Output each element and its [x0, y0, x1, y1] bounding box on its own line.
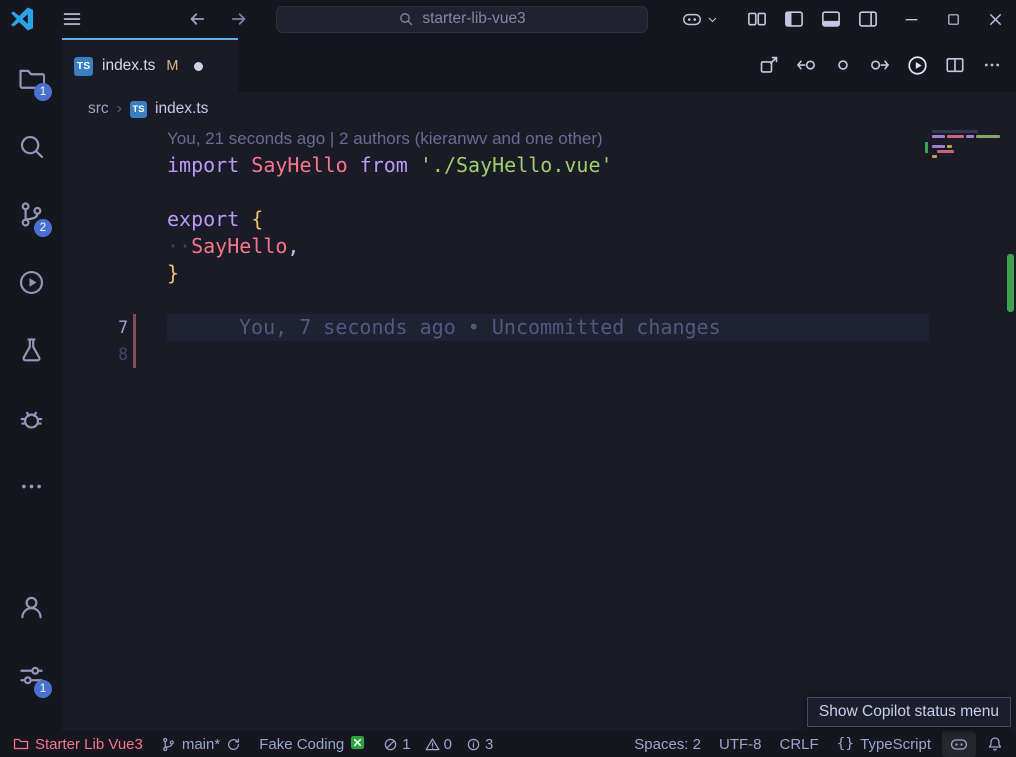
sidebar-item-source-control[interactable]: 2: [7, 190, 55, 238]
activity-bar: 1 2 1: [0, 38, 62, 731]
toggle-panel-icon[interactable]: [821, 9, 841, 29]
sidebar-item-run-and-debug[interactable]: [7, 258, 55, 306]
typescript-file-icon: TS: [74, 56, 93, 76]
workspace-status[interactable]: Starter Lib Vue3: [4, 731, 152, 757]
code-line[interactable]: ··SayHello,: [62, 233, 1016, 260]
vscode-logo-icon: [10, 7, 34, 31]
forward-arrow-icon[interactable]: [228, 8, 250, 30]
code-lines: import SayHello from './SayHello.vue' exp…: [62, 152, 1016, 368]
sidebar-item-debug[interactable]: [7, 394, 55, 442]
more-actions-icon[interactable]: [982, 55, 1002, 75]
warning-icon: [425, 737, 440, 752]
copilot-icon: [949, 736, 969, 752]
code-line[interactable]: 8: [62, 341, 1016, 368]
run-file-icon[interactable]: [907, 55, 928, 76]
indentation-status[interactable]: Spaces: 2: [625, 731, 710, 757]
next-change-icon[interactable]: [870, 55, 890, 75]
chevron-down-icon: [706, 13, 719, 26]
additional-views-icon[interactable]: [7, 462, 55, 510]
editor[interactable]: You, 21 seconds ago | 2 authors (kieranw…: [62, 126, 1016, 731]
split-editor-icon[interactable]: [945, 55, 965, 75]
chevron-right-icon: ›: [116, 100, 122, 117]
toggle-primary-sidebar-icon[interactable]: [784, 9, 804, 29]
tab-label: index.ts: [102, 57, 156, 74]
encoding-status[interactable]: UTF-8: [710, 731, 771, 757]
copilot-status-button[interactable]: [942, 731, 976, 757]
code-line[interactable]: export {: [62, 206, 1016, 233]
notifications-bell[interactable]: [978, 731, 1012, 757]
close-icon[interactable]: [974, 0, 1016, 38]
menu-icon[interactable]: [62, 9, 82, 29]
minimap[interactable]: [925, 130, 1004, 160]
editor-layout-icon[interactable]: [747, 9, 767, 29]
git-branch-status[interactable]: main*: [152, 731, 250, 757]
branch-icon: [161, 737, 176, 752]
beaker-icon: [18, 337, 45, 364]
code-line[interactable]: [62, 179, 1016, 206]
code-line[interactable]: }: [62, 260, 1016, 287]
minimap-added-marker: [925, 142, 928, 153]
copilot-icon: [681, 10, 703, 28]
accounts-icon[interactable]: [7, 583, 55, 631]
copilot-menu-button[interactable]: [681, 10, 719, 28]
braces-icon: {}: [836, 736, 855, 752]
status-bar: Starter Lib Vue3 main* Fake Coding 1 0 3: [0, 731, 1016, 757]
bell-icon: [987, 736, 1003, 752]
unsaved-dot-icon[interactable]: [193, 61, 203, 71]
folder-icon: [13, 736, 29, 752]
maximize-icon[interactable]: [932, 0, 974, 38]
tab-bar: TS index.ts M: [62, 38, 1016, 92]
search-icon: [18, 133, 45, 160]
titlebar: starter-lib-vue3: [0, 0, 1016, 38]
codelens-blame[interactable]: You, 21 seconds ago | 2 authors (kieranw…: [167, 126, 1016, 152]
explorer-badge: 1: [34, 83, 52, 101]
breadcrumb: src › TS index.ts: [62, 92, 1016, 126]
sidebar-item-explorer[interactable]: 1: [7, 54, 55, 102]
fake-coding-icon: [350, 735, 365, 754]
scm-badge: 2: [34, 219, 52, 237]
language-mode-status[interactable]: {} TypeScript: [828, 731, 940, 757]
bug-icon: [18, 405, 45, 432]
previous-change-icon[interactable]: [796, 55, 816, 75]
change-indicator-icon[interactable]: [833, 55, 853, 75]
workspace-name: Starter Lib Vue3: [35, 735, 143, 753]
manage-settings-icon[interactable]: 1: [7, 651, 55, 699]
problems-status[interactable]: 1 0 3: [374, 731, 502, 757]
scrollbar-change-marker[interactable]: [1007, 254, 1014, 312]
fake-coding-status[interactable]: Fake Coding: [250, 731, 374, 757]
run-and-debug-icon: [18, 269, 45, 296]
warning-count: 0: [443, 735, 452, 753]
info-count: 3: [484, 735, 494, 753]
sidebar-item-search[interactable]: [7, 122, 55, 170]
inline-blame-text: You, 7 seconds ago • Uncommitted changes: [239, 315, 721, 339]
sync-icon: [226, 737, 241, 752]
branch-name: main*: [181, 735, 221, 753]
task-name: Fake Coding: [259, 735, 345, 753]
code-line[interactable]: [62, 287, 1016, 314]
open-changes-icon[interactable]: [759, 55, 779, 75]
code-line[interactable]: import SayHello from './SayHello.vue': [62, 152, 1016, 179]
search-value: starter-lib-vue3: [422, 10, 526, 27]
breadcrumb-folder[interactable]: src: [88, 100, 109, 118]
error-icon: [383, 737, 398, 752]
minimize-icon[interactable]: [890, 0, 932, 38]
manage-badge: 1: [34, 680, 52, 698]
info-icon: [466, 737, 481, 752]
typescript-file-icon: TS: [130, 100, 147, 118]
tab-index-ts[interactable]: TS index.ts M: [62, 38, 238, 92]
search-icon: [398, 11, 414, 27]
back-arrow-icon[interactable]: [186, 8, 208, 30]
sidebar-item-testing[interactable]: [7, 326, 55, 374]
git-modified-indicator: M: [166, 58, 179, 74]
eol-status[interactable]: CRLF: [770, 731, 827, 757]
code-line[interactable]: 7 You, 7 seconds ago • Uncommitted change…: [62, 314, 1016, 341]
error-count: 1: [402, 735, 411, 753]
toggle-secondary-sidebar-icon[interactable]: [858, 9, 878, 29]
command-center-search[interactable]: starter-lib-vue3: [276, 5, 648, 33]
copilot-tooltip: Show Copilot status menu: [806, 697, 1011, 727]
breadcrumb-file[interactable]: index.ts: [155, 100, 208, 118]
